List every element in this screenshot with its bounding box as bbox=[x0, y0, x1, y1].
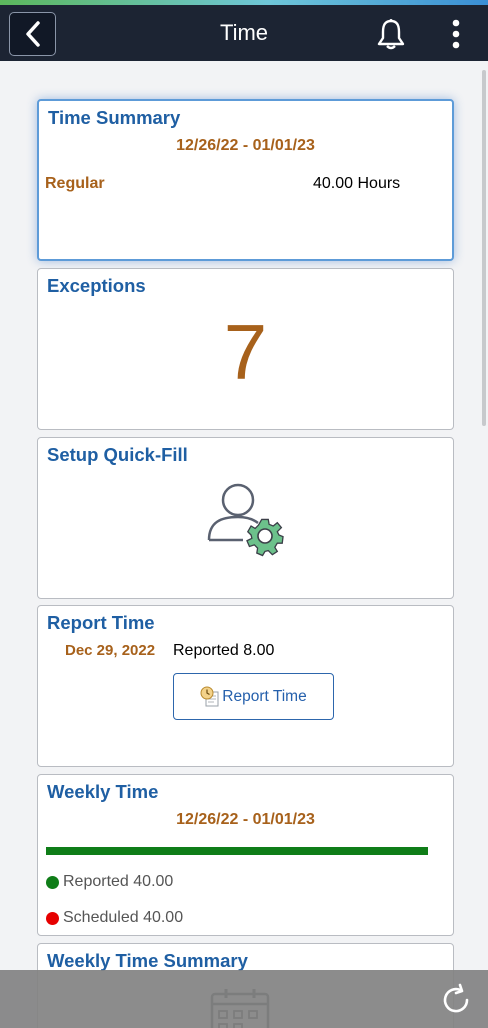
legend-scheduled-label: Scheduled 40.00 bbox=[63, 909, 184, 926]
clock-document-icon bbox=[200, 686, 219, 706]
report-time-button-label: Report Time bbox=[222, 687, 307, 705]
scrollbar[interactable] bbox=[482, 70, 486, 426]
weekly-progress-bar bbox=[46, 847, 428, 855]
date-range: 12/26/22 - 01/01/23 bbox=[176, 811, 315, 828]
report-time-button[interactable]: Report Time bbox=[173, 673, 334, 720]
exceptions-count: 7 bbox=[223, 308, 268, 396]
app-header: Time bbox=[0, 5, 488, 61]
kebab-menu-icon bbox=[452, 19, 460, 49]
tile-title: Weekly Time Summary bbox=[47, 950, 248, 971]
notifications-button[interactable] bbox=[374, 16, 408, 52]
exceptions-tile[interactable]: Exceptions 7 bbox=[37, 268, 454, 430]
legend-scheduled: Scheduled 40.00 bbox=[46, 909, 183, 927]
weekly-time-tile[interactable]: Weekly Time 12/26/22 - 01/01/23 Reported… bbox=[37, 774, 454, 936]
back-button[interactable] bbox=[9, 12, 56, 56]
report-date: Dec 29, 2022 bbox=[65, 642, 156, 659]
time-summary-tile[interactable]: Time Summary 12/26/22 - 01/01/23 Regular… bbox=[37, 99, 454, 261]
bottom-toolbar bbox=[0, 970, 488, 1028]
refresh-icon bbox=[443, 983, 469, 1013]
actions-menu-button[interactable] bbox=[442, 16, 470, 52]
tile-title: Weekly Time bbox=[47, 781, 159, 802]
hours-value: 40.00 Hours bbox=[313, 175, 401, 192]
time-category: Regular bbox=[45, 175, 105, 192]
tile-title: Exceptions bbox=[47, 275, 146, 296]
tile-title: Report Time bbox=[47, 612, 155, 633]
weekly-progress-fill bbox=[46, 847, 428, 855]
setup-quick-fill-tile[interactable]: Setup Quick-Fill bbox=[37, 437, 454, 599]
tile-title: Time Summary bbox=[48, 107, 181, 128]
date-range: 12/26/22 - 01/01/23 bbox=[176, 137, 315, 154]
refresh-button[interactable] bbox=[438, 982, 474, 1018]
tile-title: Setup Quick-Fill bbox=[47, 444, 188, 465]
bell-icon bbox=[377, 19, 405, 50]
scheduled-dot-icon bbox=[46, 911, 59, 925]
report-time-tile[interactable]: Report Time Dec 29, 2022 Reported 8.00 R… bbox=[37, 605, 454, 767]
chevron-left-icon bbox=[25, 21, 40, 47]
page-title: Time bbox=[219, 20, 269, 45]
reported-hours: Reported 8.00 bbox=[173, 642, 275, 659]
legend-reported-label: Reported 40.00 bbox=[63, 873, 174, 890]
reported-dot-icon bbox=[46, 875, 59, 889]
user-settings-icon bbox=[207, 483, 284, 557]
legend-reported: Reported 40.00 bbox=[46, 873, 173, 891]
